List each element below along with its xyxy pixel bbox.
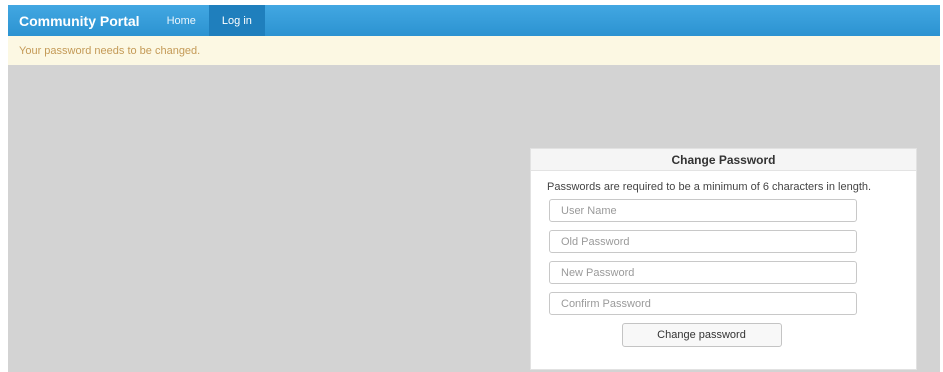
page-frame: Community Portal Home Log in Your passwo… [8,5,940,372]
password-requirements-text: Passwords are required to be a minimum o… [547,181,872,193]
panel-title: Change Password [531,149,916,171]
nav-link-home[interactable]: Home [154,5,209,36]
old-password-input[interactable] [549,230,857,253]
change-password-panel: Change Password Passwords are required t… [530,148,917,370]
panel-body: Passwords are required to be a minimum o… [531,171,916,347]
username-input[interactable] [549,199,857,222]
brand-link[interactable]: Community Portal [8,5,154,36]
new-password-input[interactable] [549,261,857,284]
alert-message: Your password needs to be changed. [19,44,201,57]
top-navbar: Community Portal Home Log in [8,5,940,36]
confirm-password-input[interactable] [549,292,857,315]
nav-link-login[interactable]: Log in [208,5,265,36]
change-password-button[interactable]: Change password [621,323,782,347]
password-change-alert: Your password needs to be changed. [8,36,940,65]
